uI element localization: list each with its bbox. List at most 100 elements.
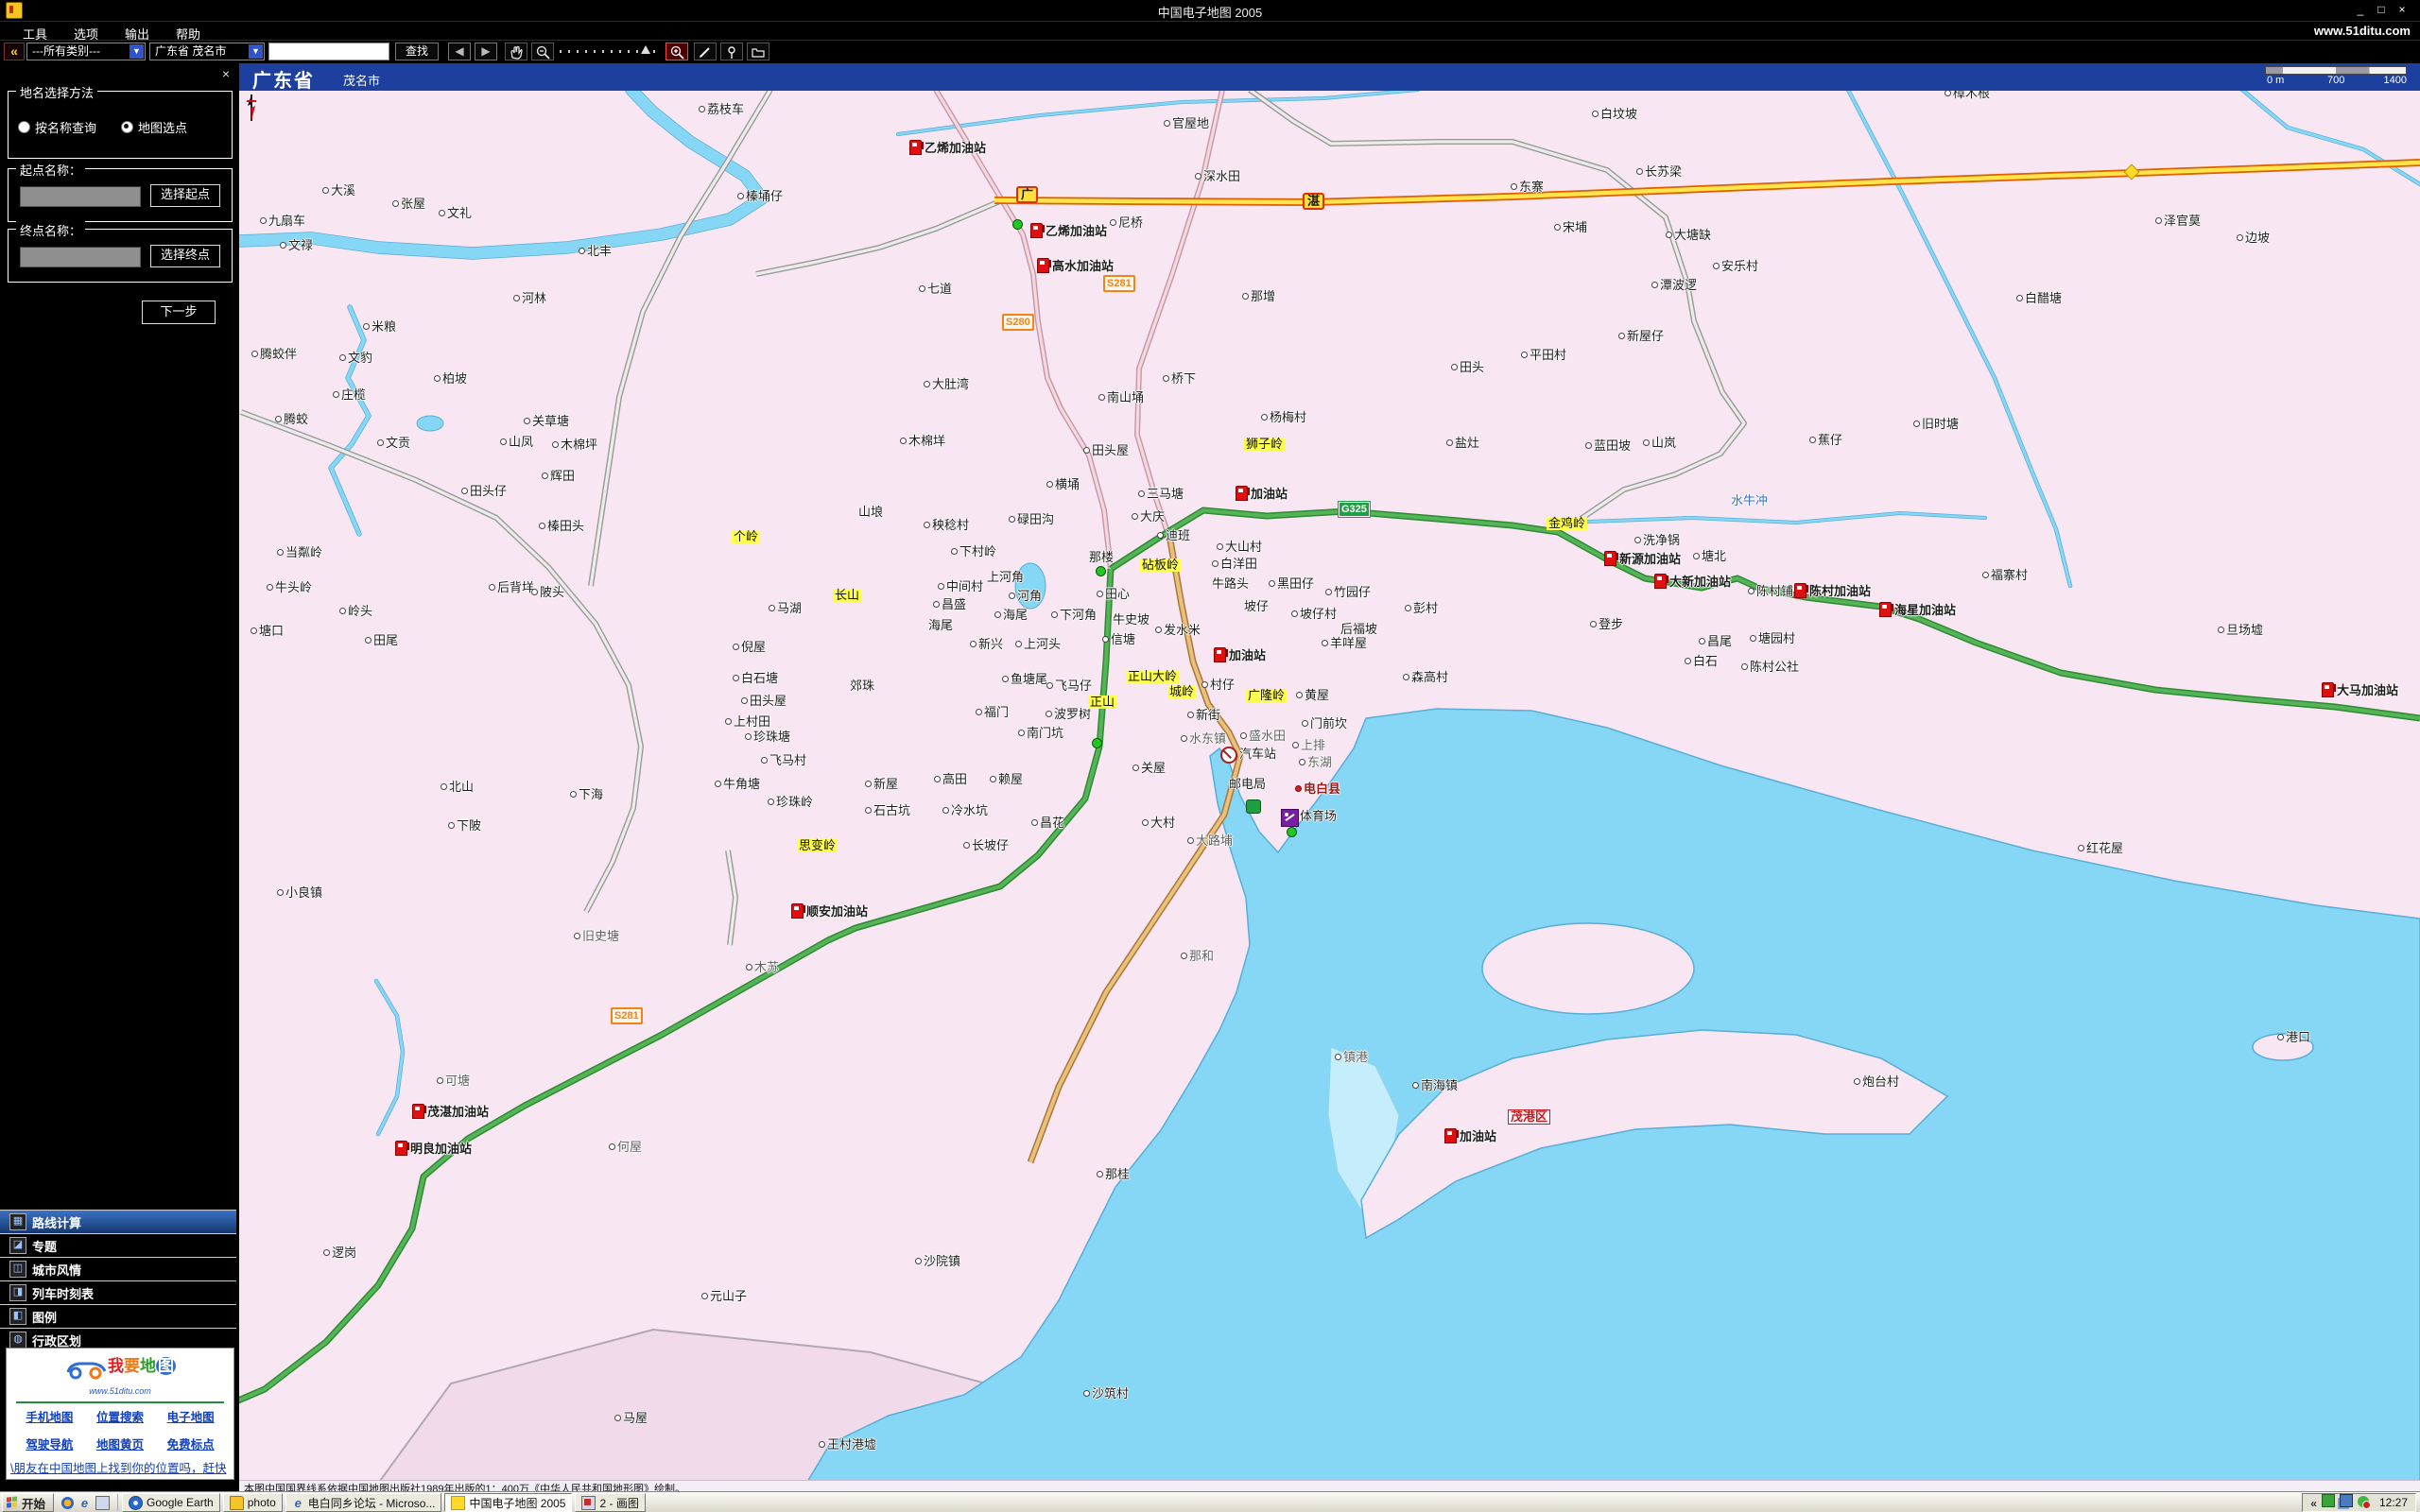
measure-tool-button[interactable] bbox=[694, 43, 717, 60]
scale-zero: 0 m bbox=[2267, 75, 2284, 86]
province-title: 广东省 bbox=[252, 65, 315, 93]
tray-icons: « bbox=[2310, 1494, 2374, 1512]
pick-start-button[interactable]: 选择起点 bbox=[150, 184, 220, 207]
pan-tool-button[interactable] bbox=[505, 43, 527, 60]
ie-icon: e bbox=[292, 1497, 304, 1509]
forward-button[interactable]: ▶ bbox=[475, 43, 497, 60]
map-header-bar: 广东省 茂名市 0 m 700 1400 bbox=[239, 62, 2420, 91]
groupbox-title: 终点名称： bbox=[16, 221, 85, 239]
zoom-in-button[interactable] bbox=[666, 43, 688, 60]
city-title: 茂名市 bbox=[343, 71, 380, 89]
quicklaunch-desktop-icon[interactable] bbox=[95, 1496, 110, 1510]
taskbar-task-photo[interactable]: photo bbox=[223, 1493, 283, 1512]
sidebar-item-图例[interactable]: ◧图例 bbox=[0, 1304, 236, 1328]
start-button[interactable]: 开始 bbox=[2, 1493, 54, 1512]
taskbar-task-2 - 画图[interactable]: 2 - 画图 bbox=[575, 1493, 645, 1512]
路线计算-icon: ▦ bbox=[9, 1213, 26, 1230]
taskbar-task-Google Earth[interactable]: Google Earth bbox=[122, 1493, 220, 1512]
folder-icon bbox=[230, 1496, 244, 1510]
globe-icon bbox=[129, 1496, 143, 1510]
radio-search-by-name[interactable]: 按名称查询 bbox=[18, 118, 96, 136]
tray-chev-icon[interactable]: « bbox=[2310, 1498, 2317, 1509]
图例-icon: ◧ bbox=[9, 1308, 26, 1325]
task-label: 中国电子地图 2005 bbox=[469, 1495, 565, 1511]
promo-link-地图黄页[interactable]: 地图黄页 bbox=[85, 1435, 156, 1452]
close-button[interactable]: × bbox=[2392, 3, 2412, 16]
start-name-input[interactable] bbox=[20, 186, 141, 207]
sidebar-item-专题[interactable]: ◪专题 bbox=[0, 1233, 236, 1257]
find-button[interactable]: 查找 bbox=[395, 43, 439, 60]
logo-site-url: www.51ditu.com bbox=[7, 1386, 233, 1396]
category-dropdown[interactable]: ---所有类别---▼ bbox=[26, 43, 146, 60]
sidebar-item-label: 城市风情 bbox=[32, 1261, 81, 1279]
maximize-button[interactable]: □ bbox=[2371, 3, 2392, 16]
pushpin-icon bbox=[729, 47, 735, 53]
sidebar-item-label: 路线计算 bbox=[32, 1213, 81, 1231]
zoom-out-button[interactable] bbox=[531, 43, 554, 60]
promo-link-电子地图[interactable]: 电子地图 bbox=[155, 1407, 226, 1425]
sidebar-item-路线计算[interactable]: ▦ 路线计算 bbox=[0, 1210, 236, 1233]
export-button[interactable] bbox=[747, 43, 769, 60]
promo-link-手机地图[interactable]: 手机地图 bbox=[14, 1407, 85, 1425]
taskbar-task-中国电子地图 2005[interactable]: 中国电子地图 2005 bbox=[444, 1493, 572, 1512]
hand-icon bbox=[511, 47, 522, 60]
marker-tool-button[interactable] bbox=[720, 43, 743, 60]
window-title: 中国电子地图 2005 bbox=[0, 3, 2420, 21]
城市风情-icon: ◫ bbox=[9, 1261, 26, 1278]
zoom-slider-thumb[interactable] bbox=[641, 45, 650, 54]
menu-bar: 工具选项输出帮助 www.51ditu.com bbox=[0, 21, 2420, 41]
toolbar: « ---所有类别---▼ 广东省 茂名市▼ 查找 ◀ ▶ bbox=[0, 40, 2420, 63]
radio-pick-on-map[interactable]: 地图选点 bbox=[121, 118, 187, 136]
map-icon bbox=[451, 1496, 465, 1510]
task-label: 电白同乡论坛 - Microso... bbox=[308, 1495, 436, 1511]
map-scalebar: 0 m 700 1400 bbox=[2265, 65, 2407, 88]
scale-max: 1400 bbox=[2384, 75, 2407, 86]
chevron-down-icon[interactable]: ▼ bbox=[249, 44, 263, 59]
sidebar-item-label: 行政区划 bbox=[32, 1332, 81, 1349]
chevron-down-icon[interactable]: ▼ bbox=[130, 44, 144, 59]
groupbox-title: 地名选择方法 bbox=[16, 83, 97, 101]
行政区划-icon: ◍ bbox=[9, 1332, 26, 1349]
sidebar-item-列车时刻表[interactable]: ◨列车时刻表 bbox=[0, 1280, 236, 1304]
title-bar: 中国电子地图 2005 _□× bbox=[0, 0, 2420, 21]
pick-end-button[interactable]: 选择终点 bbox=[150, 245, 220, 267]
task-label: photo bbox=[248, 1496, 276, 1509]
promo-links: 手机地图位置搜索电子地图驾驶导航地图黄页免费标点 bbox=[14, 1407, 226, 1452]
quick-launch: e bbox=[54, 1494, 118, 1511]
close-icon[interactable]: × bbox=[222, 66, 230, 81]
quicklaunch-wmp-icon[interactable] bbox=[61, 1497, 74, 1509]
search-input[interactable] bbox=[268, 43, 389, 60]
promo-link-免费标点[interactable]: 免费标点 bbox=[155, 1435, 226, 1452]
promo-link-驾驶导航[interactable]: 驾驶导航 bbox=[14, 1435, 85, 1452]
marquee-text: \朋友在中国地图上找到你的位置吗，赶快 bbox=[10, 1458, 230, 1476]
paint-icon bbox=[581, 1496, 596, 1510]
back-button[interactable]: ◀ bbox=[448, 43, 471, 60]
zoom-slider[interactable] bbox=[560, 43, 662, 60]
region-dropdown[interactable]: 广东省 茂名市▼ bbox=[149, 43, 265, 60]
taskbar-task-电白同乡论坛 - Microso...[interactable]: e 电白同乡论坛 - Microso... bbox=[285, 1493, 442, 1512]
sidebar-item-城市风情[interactable]: ◫ 城市风情 bbox=[0, 1257, 236, 1280]
quicklaunch-ie-icon[interactable]: e bbox=[78, 1497, 91, 1509]
tray-net-icon[interactable] bbox=[2340, 1494, 2353, 1507]
end-groupbox: 终点名称： 选择终点 bbox=[8, 229, 233, 283]
start-groupbox: 起点名称： 选择起点 bbox=[8, 168, 233, 222]
method-groupbox: 地名选择方法 按名称查询 地图选点 bbox=[8, 91, 233, 159]
system-tray: « 12:27 bbox=[2302, 1493, 2416, 1512]
compass-icon bbox=[242, 93, 261, 123]
sidebar-menu: ▦ 路线计算 ◪专题 ◫ 城市风情◨列车时刻表◧图例 ◍ 行政区划 bbox=[0, 1210, 236, 1351]
end-name-input[interactable] bbox=[20, 247, 141, 267]
car-icon bbox=[64, 1355, 108, 1380]
site-url: www.51ditu.com bbox=[2314, 24, 2411, 38]
tray-green-icon[interactable] bbox=[2322, 1494, 2335, 1507]
map-canvas[interactable] bbox=[0, 0, 2420, 1512]
scale-mid: 700 bbox=[2327, 75, 2344, 86]
task-buttons: Google Earth photo e 电白同乡论坛 - Microso... 中国电… bbox=[122, 1493, 2296, 1512]
task-label: 2 - 画图 bbox=[599, 1495, 638, 1511]
列车时刻表-icon: ◨ bbox=[9, 1284, 26, 1301]
promo-link-位置搜索[interactable]: 位置搜索 bbox=[85, 1407, 156, 1425]
next-step-button[interactable]: 下一步 bbox=[142, 301, 216, 324]
minimize-button[interactable]: _ bbox=[2350, 3, 2371, 16]
tray-msn-icon[interactable] bbox=[2358, 1496, 2369, 1507]
collapse-sidebar-button[interactable]: « bbox=[4, 43, 25, 60]
pencil-icon bbox=[700, 48, 709, 57]
